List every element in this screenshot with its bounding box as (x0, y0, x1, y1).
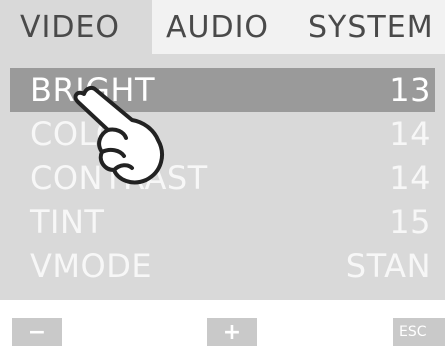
menu-item-vmode[interactable]: VMODE STAN (0, 244, 445, 288)
tab-bar: VIDEO AUDIO SYSTEM (0, 0, 445, 54)
menu-item-label: CONTRAST (30, 159, 208, 197)
tab-system[interactable]: SYSTEM (302, 0, 445, 54)
menu-item-value: 15 (389, 203, 431, 241)
menu-item-bright[interactable]: BRIGHT 13 (10, 68, 435, 112)
menu-item-label: BRIGHT (30, 71, 156, 109)
menu-item-tint[interactable]: TINT 15 (0, 200, 445, 244)
tab-audio[interactable]: AUDIO (152, 0, 302, 54)
video-settings-panel: BRIGHT 13 COLOR 14 CONTRAST 14 TINT 15 V… (0, 54, 445, 300)
menu-item-value: 13 (389, 71, 431, 109)
menu-item-color[interactable]: COLOR 14 (0, 112, 445, 156)
menu-item-value: 14 (389, 159, 431, 197)
settings-screen: VIDEO AUDIO SYSTEM BRIGHT 13 COLOR 14 CO… (0, 0, 445, 346)
menu-list: BRIGHT 13 COLOR 14 CONTRAST 14 TINT 15 V… (0, 68, 445, 288)
escape-button[interactable]: ESC (393, 318, 445, 346)
menu-item-label: VMODE (30, 247, 153, 285)
menu-item-label: TINT (30, 203, 105, 241)
menu-item-value: STAN (345, 247, 431, 285)
tab-video[interactable]: VIDEO (0, 0, 152, 54)
menu-item-value: 14 (389, 115, 431, 153)
increase-button[interactable]: + (207, 318, 257, 346)
decrease-button[interactable]: − (12, 318, 62, 346)
menu-item-contrast[interactable]: CONTRAST 14 (0, 156, 445, 200)
menu-item-label: COLOR (30, 115, 145, 153)
